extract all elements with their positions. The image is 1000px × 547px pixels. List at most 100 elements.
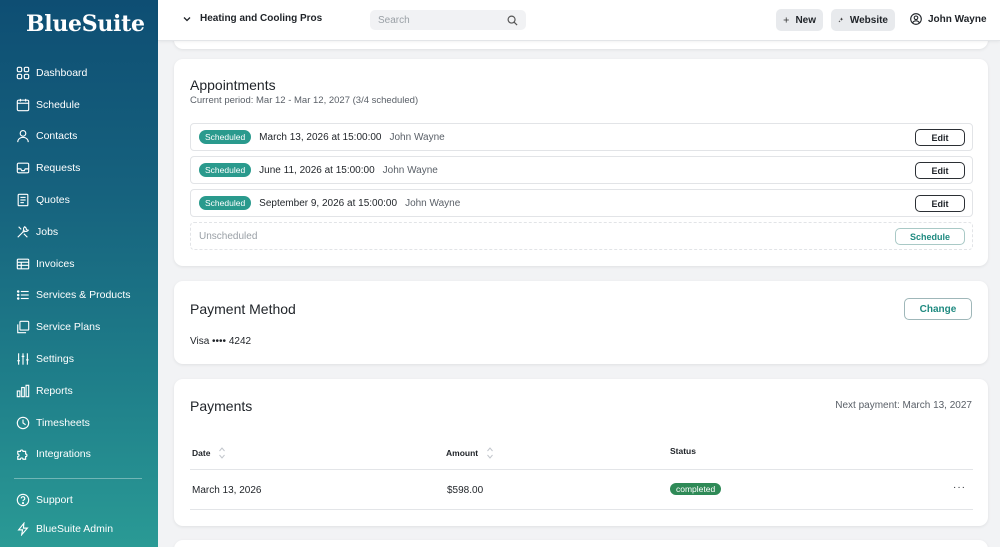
payment-method-title: Payment Method	[190, 301, 296, 317]
status-badge: Scheduled	[199, 130, 252, 144]
search-box	[370, 10, 526, 30]
sidebar-item-services-products[interactable]: Services & Products	[0, 280, 158, 312]
sidebar-item-label: Quotes	[36, 194, 70, 207]
column-header-amount[interactable]: Amount	[446, 446, 494, 460]
sidebar-item-reports[interactable]: Reports	[0, 375, 158, 407]
table-icon	[16, 258, 30, 270]
sidebar-item-label: Timesheets	[36, 416, 90, 429]
sidebar-item-contacts[interactable]: Contacts	[0, 121, 158, 153]
bar-chart-icon	[16, 384, 30, 398]
appointment-row: Scheduled June 11, 2026 at 15:00:00 John…	[190, 156, 973, 184]
search-input[interactable]	[378, 14, 498, 26]
sidebar-item-integrations[interactable]: Integrations	[0, 439, 158, 471]
sidebar-item-dashboard[interactable]: Dashboard	[0, 57, 158, 89]
sidebar-item-label: Requests	[36, 162, 81, 175]
appointment-date: June 11, 2026 at 15:00:00	[259, 164, 375, 176]
sparkle-icon	[838, 17, 844, 23]
sidebar-item-label: Service Plans	[36, 321, 101, 334]
payment-method-card: Payment Method Change Visa •••• 4242	[174, 281, 988, 364]
appointments-card: Appointments Current period: Mar 12 - Ma…	[174, 59, 988, 266]
sidebar-item-label: Integrations	[36, 448, 91, 461]
table-divider	[190, 509, 973, 510]
user-name: John Wayne	[928, 13, 987, 25]
app-logo[interactable]: BlueSuite	[26, 11, 145, 37]
sidebar-item-invoices[interactable]: Invoices	[0, 248, 158, 280]
appointment-assignee: John Wayne	[405, 197, 461, 209]
clock-icon	[16, 416, 30, 429]
next-payment: Next payment: March 13, 2027	[835, 400, 972, 411]
status-badge: Scheduled	[199, 196, 252, 210]
appointment-date: March 13, 2026 at 15:00:00	[259, 131, 382, 143]
sidebar-item-quotes[interactable]: Quotes	[0, 184, 158, 216]
appointments-period: Current period: Mar 12 - Mar 12, 2027 (3…	[190, 95, 419, 106]
sidebar-item-label: Schedule	[36, 98, 80, 111]
sidebar-item-label: Contacts	[36, 130, 78, 143]
unscheduled-row: Unscheduled Schedule	[190, 222, 973, 250]
sidebar-item-support[interactable]: Support	[0, 485, 158, 514]
change-button[interactable]: Change	[904, 298, 972, 320]
sort-icon	[487, 447, 493, 459]
sidebar-item-bluesuite-admin[interactable]: BlueSuite Admin	[0, 514, 158, 543]
help-icon	[16, 493, 30, 506]
payments-title: Payments	[190, 398, 253, 414]
puzzle-icon	[17, 450, 28, 461]
unscheduled-label: Unscheduled	[199, 230, 258, 242]
calendar-icon	[16, 98, 30, 111]
sidebar-item-requests[interactable]: Requests	[0, 152, 158, 184]
website-button-label: Website	[849, 14, 888, 26]
payment-amount: $598.00	[447, 485, 484, 496]
column-header-label: Date	[192, 448, 211, 458]
top-bar: Heating and Cooling Pros New Website Joh…	[158, 0, 1000, 41]
sidebar: BlueSuite Dashboard Schedule Contacts Re…	[0, 0, 158, 547]
plus-icon	[783, 17, 789, 23]
tools-icon	[17, 225, 30, 238]
search-icon[interactable]	[507, 15, 518, 26]
sidebar-item-label: Services & Products	[36, 289, 131, 302]
company-name: Heating and Cooling Pros	[200, 13, 323, 24]
copy-icon	[17, 321, 30, 334]
sidebar-item-label: BlueSuite Admin	[36, 522, 114, 535]
card-details: Visa •••• 4242	[190, 336, 252, 347]
edit-button[interactable]: Edit	[915, 195, 965, 212]
document-icon	[17, 193, 29, 207]
column-header-label: Status	[670, 446, 696, 456]
sliders-icon	[17, 353, 29, 365]
user-menu[interactable]: John Wayne	[910, 13, 987, 25]
column-header-label: Amount	[446, 448, 479, 458]
sidebar-item-label: Invoices	[36, 257, 75, 270]
edit-button[interactable]: Edit	[915, 129, 965, 146]
appointment-assignee: John Wayne	[389, 131, 445, 143]
company-switcher[interactable]: Heating and Cooling Pros	[182, 13, 322, 24]
list-icon	[16, 290, 29, 301]
sidebar-item-jobs[interactable]: Jobs	[0, 216, 158, 248]
edit-button[interactable]: Edit	[915, 162, 965, 179]
schedule-button[interactable]: Schedule	[895, 228, 965, 245]
sort-icon	[219, 447, 226, 459]
website-button[interactable]: Website	[831, 9, 895, 31]
table-divider	[190, 469, 973, 470]
person-icon	[17, 130, 29, 143]
appointment-row: Scheduled March 13, 2026 at 15:00:00 Joh…	[190, 123, 973, 151]
inbox-icon	[16, 162, 30, 174]
payments-card: Payments Next payment: March 13, 2027 Da…	[174, 379, 988, 526]
sidebar-item-settings[interactable]: Settings	[0, 343, 158, 375]
sidebar-bottom: Support BlueSuite Admin	[0, 485, 158, 543]
column-header-date[interactable]: Date	[192, 446, 226, 460]
sidebar-nav: Dashboard Schedule Contacts Requests Quo…	[0, 57, 158, 470]
new-button-label: New	[795, 14, 816, 26]
sidebar-divider	[14, 478, 142, 479]
sidebar-item-service-plans[interactable]: Service Plans	[0, 311, 158, 343]
sidebar-item-schedule[interactable]: Schedule	[0, 89, 158, 121]
new-button[interactable]: New	[776, 9, 823, 31]
status-badge: completed	[670, 483, 722, 495]
sidebar-item-timesheets[interactable]: Timesheets	[0, 407, 158, 439]
appointment-date: September 9, 2026 at 15:00:00	[259, 197, 398, 209]
payment-date: March 13, 2026	[192, 485, 262, 496]
sidebar-item-label: Reports	[36, 384, 73, 397]
sidebar-item-label: Jobs	[36, 225, 59, 238]
sidebar-item-label: Dashboard	[36, 66, 88, 79]
more-options-icon[interactable]: ···	[953, 482, 966, 493]
bolt-icon	[17, 521, 29, 536]
sidebar-item-label: Settings	[36, 353, 74, 366]
column-header-status: Status	[670, 446, 696, 456]
